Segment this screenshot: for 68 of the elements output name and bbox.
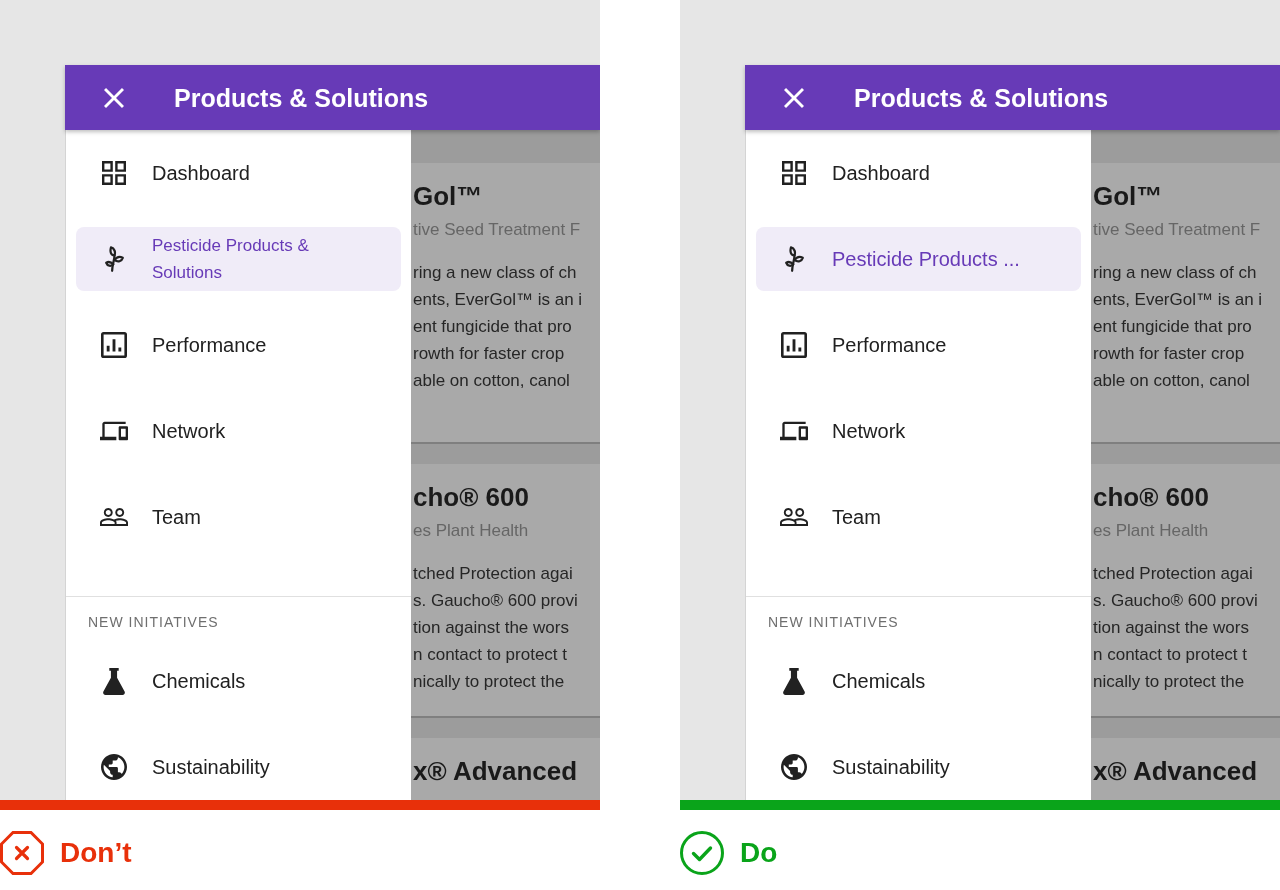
check-circle-icon: [680, 831, 724, 875]
section-heading: NEW INITIATIVES: [87, 613, 220, 632]
flask-icon: [103, 667, 125, 695]
card-text: tion against the wors: [413, 617, 570, 639]
grid-icon: [782, 161, 806, 185]
card-text: able on cotton, canol: [413, 370, 571, 392]
card-text: n contact to protect t: [1093, 644, 1249, 666]
card-text: tion against the wors: [1093, 617, 1250, 639]
card-text: ring a new class of ch: [413, 262, 578, 284]
drawer-item[interactable]: Sustainability: [76, 735, 401, 799]
card-subtitle: es Plant Health: [413, 520, 530, 542]
card-title: cho® 600: [1093, 482, 1210, 512]
card-subtitle: tive Seed Treatment F: [1093, 219, 1262, 241]
cross-octagon-icon: [0, 831, 44, 875]
card-text: rowth for faster crop: [413, 343, 566, 365]
section-heading: NEW INITIATIVES: [767, 613, 900, 632]
card-subtitle: tive Seed Treatment F: [413, 219, 582, 241]
drawer-item[interactable]: Chemicals: [756, 649, 1081, 713]
drawer-item[interactable]: Network: [76, 399, 401, 463]
drawer-item[interactable]: Team: [76, 485, 401, 549]
card-text: ent fungicide that pro: [1093, 316, 1253, 338]
card-text: able on cotton, canol: [1093, 370, 1251, 392]
card-text: tched Protection agai: [413, 563, 574, 585]
card-text: nically to protect the: [413, 671, 566, 693]
people-icon: [100, 508, 128, 526]
sprout-icon: [104, 246, 124, 272]
close-icon: [784, 87, 804, 108]
verdict-label: Do: [740, 836, 778, 870]
card-title: Gol™: [1093, 181, 1164, 211]
card-title: cho® 600: [413, 482, 530, 512]
card-title: x® Advanced: [1093, 756, 1259, 786]
card-text: ents, EverGol™ is an i: [413, 289, 584, 311]
app-bar-title: Products & Solutions: [174, 82, 429, 113]
card-text: tched Protection agai: [1093, 563, 1254, 585]
laptop-phone-icon: [780, 421, 808, 441]
card-text: rowth for faster crop: [1093, 343, 1246, 365]
flask-icon: [783, 667, 805, 695]
card-subtitle: es Plant Health: [1093, 520, 1210, 542]
drawer-item[interactable]: Chemicals: [76, 649, 401, 713]
card-title: x® Advanced: [413, 756, 579, 786]
card-text: s. Gaucho® 600 provi: [413, 590, 579, 612]
drawer-item[interactable]: Sustainability: [756, 735, 1081, 799]
grid-icon: [102, 161, 126, 185]
card-text: n contact to protect t: [413, 644, 569, 666]
card-text: ents, EverGol™ is an i: [1093, 289, 1264, 311]
drawer-item[interactable]: Dashboard: [756, 141, 1081, 205]
globe-icon: [781, 754, 807, 780]
drawer-item[interactable]: Pesticide Products ...: [756, 227, 1081, 291]
sprout-icon: [784, 246, 804, 272]
bar-chart-icon: [101, 332, 127, 358]
card-text: nically to protect the: [1093, 671, 1246, 693]
laptop-phone-icon: [100, 421, 128, 441]
people-icon: [780, 508, 808, 526]
drawer-item[interactable]: Network: [756, 399, 1081, 463]
close-icon: [104, 87, 124, 108]
app-bar-title: Products & Solutions: [854, 82, 1109, 113]
card-title: Gol™: [413, 181, 484, 211]
card-text: s. Gaucho® 600 provi: [1093, 590, 1259, 612]
card-text: ent fungicide that pro: [413, 316, 573, 338]
card-text: ring a new class of ch: [1093, 262, 1258, 284]
drawer-item[interactable]: Performance: [756, 313, 1081, 377]
drawer-item[interactable]: Pesticide Products & Solutions: [76, 227, 401, 291]
globe-icon: [101, 754, 127, 780]
drawer-item[interactable]: Performance: [76, 313, 401, 377]
bar-chart-icon: [781, 332, 807, 358]
verdict-label: Don’t: [60, 836, 132, 870]
drawer-item[interactable]: Team: [756, 485, 1081, 549]
drawer-item[interactable]: Dashboard: [76, 141, 401, 205]
